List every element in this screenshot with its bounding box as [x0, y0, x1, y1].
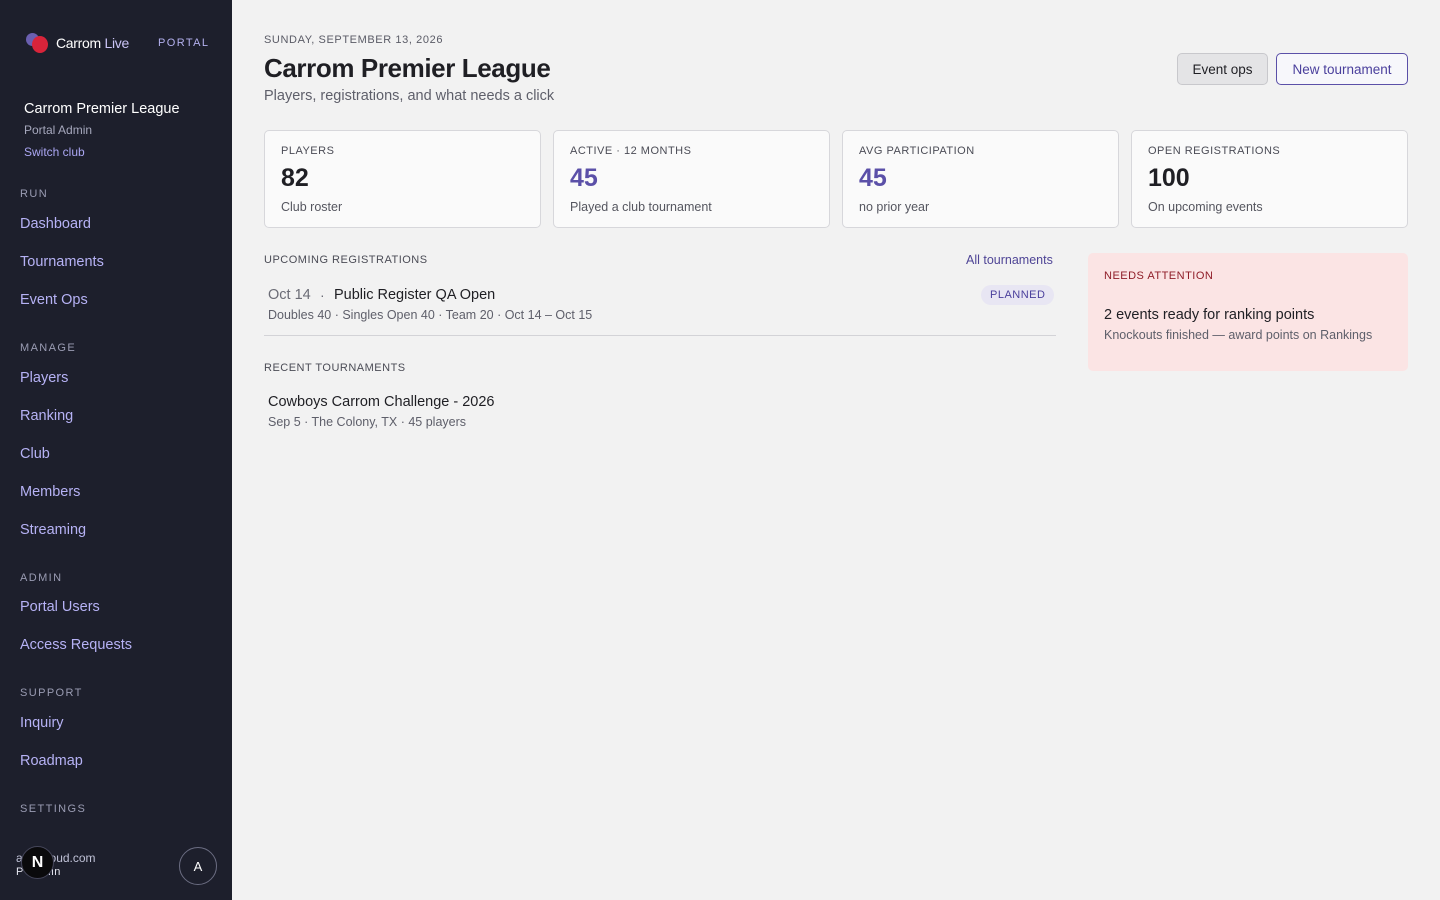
stat-note: Club roster — [281, 200, 343, 214]
list-item[interactable]: Oct 14 · Public Register QA Open Doubles… — [264, 280, 1056, 336]
sidebar-item-players[interactable]: Players — [20, 370, 68, 386]
stat-value: 82 — [281, 164, 309, 192]
event-ops-button[interactable]: Event ops — [1177, 53, 1268, 85]
list-item[interactable]: Cowboys Carrom Challenge - 2026 Sep 5 · … — [264, 390, 1056, 434]
current-date: SUNDAY, SEPTEMBER 13, 2026 — [264, 34, 444, 46]
avatar[interactable]: A — [179, 847, 217, 885]
attention-item-note: Knockouts finished — award points on Ran… — [1104, 328, 1373, 342]
carrom-logo-icon — [24, 30, 52, 56]
nav-section-support: SUPPORT — [20, 687, 83, 699]
n-logo-badge[interactable]: N — [21, 846, 54, 879]
stat-label: PLAYERS — [281, 145, 335, 157]
portal-tag: PORTAL — [158, 37, 210, 49]
needs-attention-heading: NEEDS ATTENTION — [1104, 270, 1214, 282]
nav-section-settings: SETTINGS — [20, 803, 87, 815]
nav-section-run: RUN — [20, 188, 49, 200]
nav-section-admin: ADMIN — [20, 572, 63, 584]
sidebar-item-roadmap[interactable]: Roadmap — [20, 753, 83, 769]
brand-logo-link[interactable]: Carrom Live — [24, 30, 129, 56]
brand-name: Carrom Live — [56, 35, 129, 51]
sidebar-item-dashboard[interactable]: Dashboard — [20, 216, 91, 232]
registration-date: Oct 14 — [268, 287, 311, 303]
stat-label: AVG PARTICIPATION — [859, 145, 975, 157]
recent-tournaments-heading: RECENT TOURNAMENTS — [264, 362, 406, 374]
stat-value: 45 — [859, 164, 887, 192]
club-name: Carrom Premier League — [24, 101, 180, 117]
upcoming-registrations-heading: UPCOMING REGISTRATIONS — [264, 254, 428, 266]
stat-note: On upcoming events — [1148, 200, 1263, 214]
stat-value: 100 — [1148, 164, 1190, 192]
sidebar-item-club[interactable]: Club — [20, 446, 50, 462]
stat-card-players: PLAYERS 82 Club roster — [264, 130, 541, 228]
user-account: a @icloud.com P Admin N A — [0, 840, 232, 890]
new-tournament-button[interactable]: New tournament — [1276, 53, 1408, 85]
switch-club-link[interactable]: Switch club — [24, 145, 85, 159]
stat-card-avg-participation: AVG PARTICIPATION 45 no prior year — [842, 130, 1119, 228]
status-badge: PLANNED — [981, 285, 1055, 305]
needs-attention-panel: NEEDS ATTENTION 2 events ready for ranki… — [1088, 253, 1408, 371]
registration-meta: Doubles 40 · Singles Open 40 · Team 20 ·… — [268, 308, 593, 322]
sidebar-item-members[interactable]: Members — [20, 484, 80, 500]
stat-label: OPEN REGISTRATIONS — [1148, 145, 1281, 157]
nav-section-manage: MANAGE — [20, 342, 77, 354]
sidebar-item-portal-users[interactable]: Portal Users — [20, 599, 100, 615]
sidebar-item-access-requests[interactable]: Access Requests — [20, 637, 132, 653]
registration-name: Public Register QA Open — [334, 287, 496, 303]
page-subtitle: Players, registrations, and what needs a… — [264, 88, 555, 104]
page-title: Carrom Premier League — [264, 53, 551, 83]
sidebar-item-inquiry[interactable]: Inquiry — [20, 715, 64, 731]
stat-card-active: ACTIVE · 12 MONTHS 45 Played a club tour… — [553, 130, 830, 228]
stat-value: 45 — [570, 164, 598, 192]
sidebar-item-streaming[interactable]: Streaming — [20, 522, 86, 538]
tournament-meta: Sep 5 · The Colony, TX · 45 players — [268, 415, 467, 429]
separator-dot: · — [320, 287, 325, 303]
stat-label: ACTIVE · 12 MONTHS — [570, 145, 692, 157]
tournament-name: Cowboys Carrom Challenge - 2026 — [268, 394, 495, 410]
sidebar: Carrom Live PORTAL Carrom Premier League… — [0, 0, 232, 900]
sidebar-item-ranking[interactable]: Ranking — [20, 408, 73, 424]
sidebar-item-event-ops[interactable]: Event Ops — [20, 292, 88, 308]
all-tournaments-link[interactable]: All tournaments — [966, 253, 1053, 267]
stat-card-open-registrations: OPEN REGISTRATIONS 100 On upcoming event… — [1131, 130, 1408, 228]
stat-note: no prior year — [859, 200, 930, 214]
stat-note: Played a club tournament — [570, 200, 712, 214]
club-role: Portal Admin — [24, 123, 93, 137]
sidebar-item-tournaments[interactable]: Tournaments — [20, 254, 104, 270]
attention-item-title[interactable]: 2 events ready for ranking points — [1104, 307, 1314, 323]
